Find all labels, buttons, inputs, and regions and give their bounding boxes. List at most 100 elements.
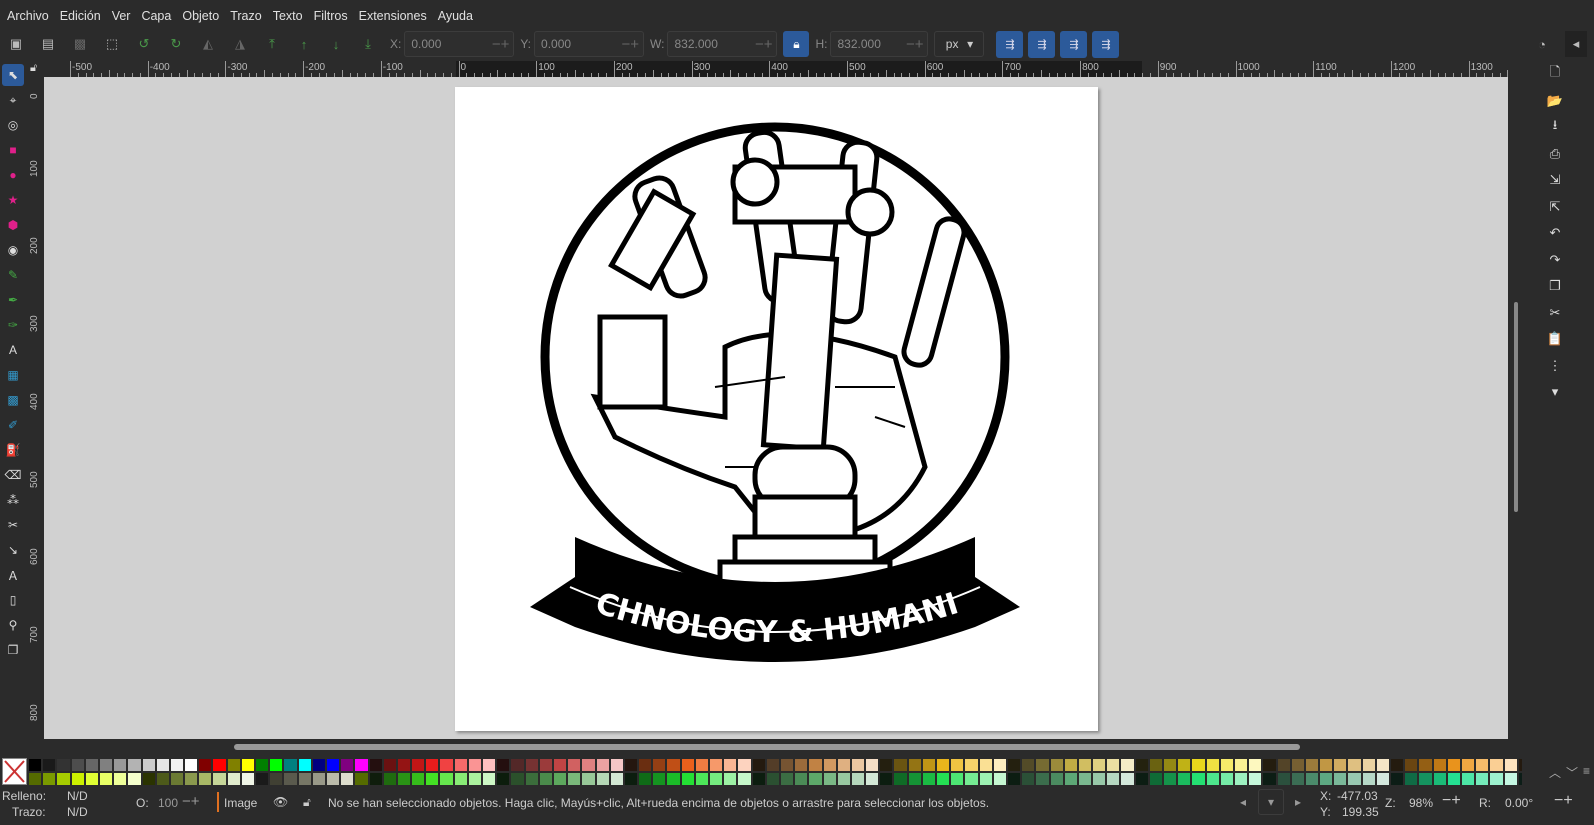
mesh-tool-icon[interactable]: ▩ <box>2 389 24 411</box>
color-swatch[interactable] <box>1333 758 1348 772</box>
color-swatch[interactable] <box>1375 772 1390 786</box>
color-swatch[interactable] <box>354 772 369 786</box>
menu-ayuda[interactable]: Ayuda <box>438 9 473 23</box>
color-swatch[interactable] <box>42 772 57 786</box>
color-swatch[interactable] <box>510 772 525 786</box>
color-swatch[interactable] <box>1446 758 1461 772</box>
color-swatch[interactable] <box>1148 772 1163 786</box>
chevron-up-icon[interactable]: ︿ <box>1549 764 1561 781</box>
color-swatch[interactable] <box>1432 758 1447 772</box>
select-all-icon[interactable]: ▣ <box>7 35 25 53</box>
color-swatch[interactable] <box>56 772 71 786</box>
color-swatch[interactable] <box>1191 772 1206 786</box>
color-swatch[interactable] <box>411 758 426 772</box>
eraser-tool-icon[interactable]: ⌫ <box>2 464 24 486</box>
color-swatch[interactable] <box>127 772 142 786</box>
import-icon[interactable]: ⇲ <box>1540 167 1570 194</box>
color-swatch[interactable] <box>1475 758 1490 772</box>
dropper-tool-icon[interactable]: ✐ <box>2 414 24 436</box>
color-swatch[interactable] <box>84 772 99 786</box>
color-swatch[interactable] <box>1177 758 1192 772</box>
print-icon[interactable]: ⎙ <box>1540 141 1570 168</box>
color-swatch[interactable] <box>382 772 397 786</box>
color-swatch[interactable] <box>439 772 454 786</box>
color-swatch[interactable] <box>28 758 43 772</box>
color-swatch[interactable] <box>184 758 199 772</box>
color-swatch[interactable] <box>198 758 213 772</box>
color-swatch[interactable] <box>865 758 880 772</box>
rotate-cw-icon[interactable]: ↻ <box>167 35 185 53</box>
color-swatch[interactable] <box>709 758 724 772</box>
color-swatch[interactable] <box>1347 758 1362 772</box>
color-swatch[interactable] <box>1219 772 1234 786</box>
color-swatch[interactable] <box>1063 772 1078 786</box>
color-swatch[interactable] <box>1049 772 1064 786</box>
color-swatch[interactable] <box>765 772 780 786</box>
scale-corners-button[interactable]: ⇶ <box>1028 30 1056 58</box>
menu-archivo[interactable]: Archivo <box>7 9 49 23</box>
duplicate-icon[interactable]: ❐ <box>1540 273 1570 300</box>
lock-ratio-button[interactable]: 🔒︎ <box>783 31 810 57</box>
color-swatch[interactable] <box>169 758 185 772</box>
color-swatch[interactable] <box>1517 758 1522 772</box>
color-swatch[interactable] <box>496 758 511 772</box>
scale-stroke-button[interactable]: ⇶ <box>996 30 1024 58</box>
color-swatch[interactable] <box>893 772 908 786</box>
zoom-tool-icon[interactable]: ⚲ <box>2 614 24 636</box>
color-swatch[interactable] <box>425 758 440 772</box>
color-swatch[interactable] <box>467 772 482 786</box>
rect-tool-icon[interactable]: ■ <box>2 139 24 161</box>
select-same-icon[interactable]: ⬚ <box>103 35 121 53</box>
current-layer[interactable]: Image <box>224 796 257 810</box>
lower-bottom-icon[interactable]: ⤓ <box>359 35 377 53</box>
color-swatch[interactable] <box>70 772 85 786</box>
color-swatch[interactable] <box>1248 772 1263 786</box>
export-icon[interactable]: ⇱ <box>1540 194 1570 221</box>
color-swatch[interactable] <box>694 772 709 786</box>
color-swatch[interactable] <box>340 758 355 772</box>
color-swatch[interactable] <box>921 758 936 772</box>
color-swatch[interactable] <box>1319 758 1334 772</box>
color-swatch[interactable] <box>1475 772 1490 786</box>
color-swatch[interactable] <box>1163 772 1178 786</box>
color-swatch[interactable] <box>567 758 582 772</box>
color-swatch[interactable] <box>779 758 795 772</box>
menu-edición[interactable]: Edición <box>60 9 101 23</box>
color-swatch[interactable] <box>198 772 213 786</box>
guide-lock-icon[interactable]: 🔓︎ <box>30 62 37 75</box>
transform-gradients-button[interactable]: ⇶ <box>1060 30 1088 58</box>
clone-tool-icon[interactable]: ❐ <box>2 639 24 661</box>
color-swatch[interactable] <box>1063 758 1078 772</box>
color-swatch[interactable] <box>879 772 894 786</box>
spiral-tool-icon[interactable]: ◉ <box>2 239 24 261</box>
color-swatch[interactable] <box>524 772 539 786</box>
opacity-input[interactable]: 100 <box>158 796 178 810</box>
opacity-stepper[interactable]: −+ <box>182 793 200 810</box>
color-swatch[interactable] <box>1134 758 1149 772</box>
color-swatch[interactable] <box>396 772 412 786</box>
color-swatch[interactable] <box>567 772 582 786</box>
text-tool-icon[interactable]: A <box>2 339 24 361</box>
color-swatch[interactable] <box>98 772 114 786</box>
color-swatch[interactable] <box>1049 758 1064 772</box>
color-swatch[interactable] <box>1006 758 1022 772</box>
pencil-tool-icon[interactable]: ✎ <box>2 264 24 286</box>
color-swatch[interactable] <box>1517 772 1522 786</box>
chevron-down-icon[interactable]: ﹀ <box>1566 764 1578 781</box>
open-icon[interactable]: 📂 <box>1540 88 1570 115</box>
color-swatch[interactable] <box>666 758 681 772</box>
color-swatch[interactable] <box>1347 772 1362 786</box>
color-swatch[interactable] <box>1304 758 1320 772</box>
color-swatch[interactable] <box>1489 758 1504 772</box>
color-swatch[interactable] <box>723 758 738 772</box>
color-swatch[interactable] <box>1432 772 1447 786</box>
color-swatch[interactable] <box>396 758 412 772</box>
no-color-swatch[interactable] <box>2 758 27 785</box>
color-swatch[interactable] <box>1233 758 1249 772</box>
color-swatch[interactable] <box>1248 758 1263 772</box>
color-swatch[interactable] <box>609 772 624 786</box>
color-swatch[interactable] <box>552 772 568 786</box>
menu-ver[interactable]: Ver <box>112 9 131 23</box>
flip-vertical-icon[interactable]: ◮ <box>231 35 249 53</box>
lower-icon[interactable]: ↓ <box>327 35 345 53</box>
